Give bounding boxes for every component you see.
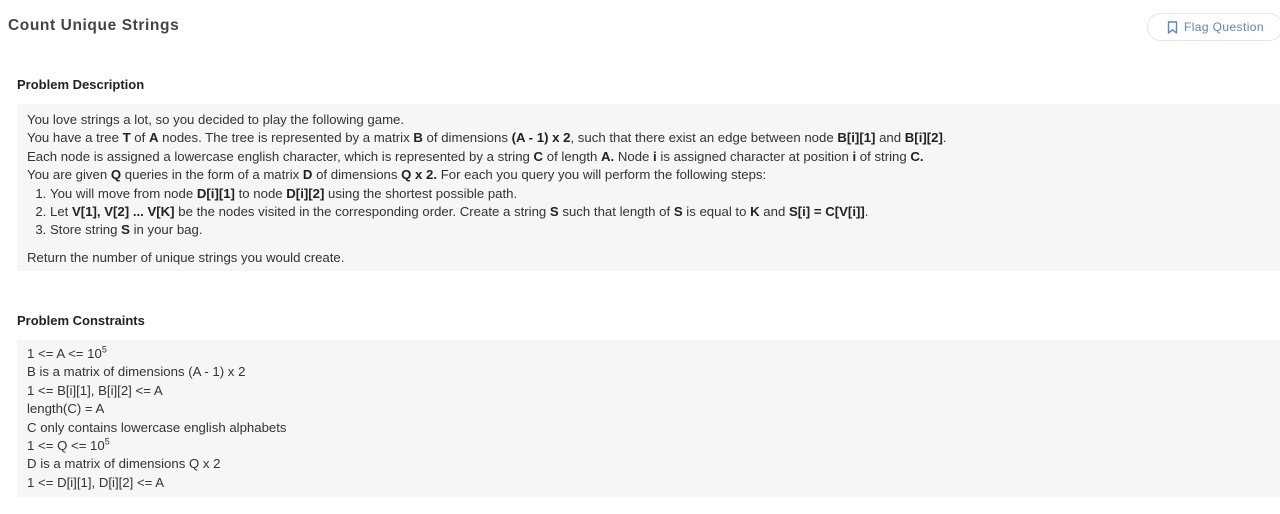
list-item: Store string S in your bag. — [50, 221, 1270, 239]
constraint-line: 1 <= B[i][1], B[i][2] <= A — [27, 382, 163, 398]
description-line: You have a tree T of A nodes. The tree i… — [27, 130, 947, 146]
problem-constraints-title: Problem Constraints — [17, 313, 145, 328]
constraint-line: B is a matrix of dimensions (A - 1) x 2 — [27, 364, 246, 380]
constraint-line: D is a matrix of dimensions Q x 2 — [27, 456, 221, 472]
list-item: You will move from node D[i][1] to node … — [50, 185, 1270, 203]
constraint-line: 1 <= Q <= 105 — [27, 436, 110, 453]
description-line: You are given Q queries in the form of a… — [27, 167, 767, 183]
page-title: Count Unique Strings — [8, 17, 180, 34]
bookmark-icon — [1167, 20, 1178, 34]
list-item: Let V[1], V[2] ... V[K] be the nodes vis… — [50, 203, 1270, 221]
description-line: You love strings a lot, so you decided t… — [27, 112, 405, 127]
constraint-line: C only contains lowercase english alphab… — [27, 419, 287, 435]
constraint-line: 1 <= D[i][1], D[i][2] <= A — [27, 474, 165, 490]
description-line: Each node is assigned a lowercase englis… — [27, 148, 924, 164]
constraint-line: length(C) = A — [27, 401, 105, 417]
steps-list: You will move from node D[i][1] to node … — [27, 185, 1270, 240]
problem-description-box: You love strings a lot, so you decided t… — [17, 104, 1280, 271]
flag-question-button[interactable]: Flag Question — [1147, 13, 1280, 41]
problem-constraints-box: 1 <= A <= 105 B is a matrix of dimension… — [17, 340, 1280, 497]
problem-description-title: Problem Description — [17, 77, 145, 92]
constraint-line: 1 <= A <= 105 — [27, 344, 107, 361]
flag-question-label: Flag Question — [1184, 20, 1264, 34]
description-line: Return the number of unique strings you … — [27, 249, 345, 265]
